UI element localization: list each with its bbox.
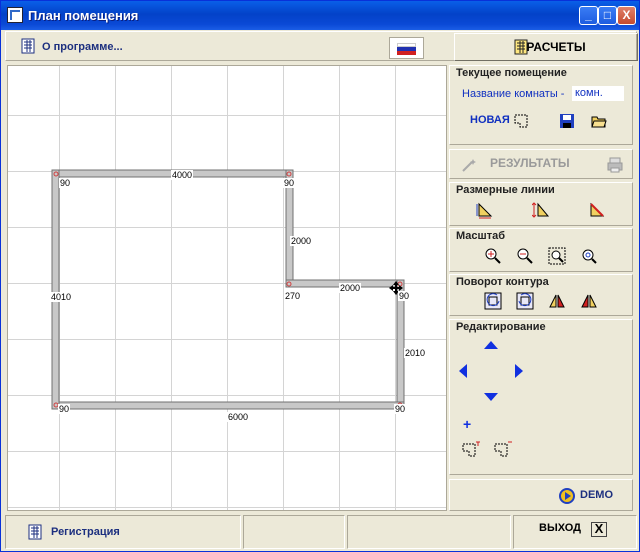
zoom-out-icon[interactable]	[516, 247, 534, 265]
room-outline-icon[interactable]	[512, 112, 530, 130]
grid-doc-icon	[28, 524, 42, 540]
floor-plan-canvas[interactable]: 4000 2000 2000 2010 6000 4010 90 90 270 …	[7, 65, 447, 511]
mirror-vertical-icon[interactable]	[580, 292, 598, 310]
new-room-label: НОВАЯ	[470, 114, 510, 126]
grid-doc-icon	[514, 39, 528, 55]
arrow-right-icon[interactable]	[508, 362, 526, 380]
edge-length-label: 2010	[404, 348, 427, 358]
rotate-right-icon[interactable]	[516, 292, 534, 310]
results-label: РЕЗУЛЬТАТЫ	[490, 156, 570, 170]
edge-length-label: 4010	[50, 292, 73, 302]
top-toolbar: О программе... РАСЧЕТЫ	[5, 31, 638, 61]
window-title: План помещения	[28, 8, 139, 23]
scale-header: Масштаб	[456, 230, 506, 242]
insert-corner-icon[interactable]	[460, 440, 482, 460]
title-bar[interactable]: План помещения _ □ X	[1, 1, 639, 30]
edge-length-label: 6000	[227, 412, 250, 422]
calculations-button[interactable]: РАСЧЕТЫ	[454, 33, 638, 61]
rotate-contour-header: Поворот контура	[456, 276, 549, 288]
play-icon	[559, 488, 575, 504]
edge-length-label: 2000	[290, 236, 313, 246]
current-room-panel: Текущее помещение Название комнаты - ком…	[449, 65, 633, 145]
mirror-horizontal-icon[interactable]	[548, 292, 566, 310]
about-label: О программе...	[42, 41, 123, 53]
status-cell	[347, 515, 511, 549]
room-name-label: Название комнаты -	[462, 88, 565, 100]
save-icon[interactable]	[558, 112, 576, 130]
zoom-region-icon[interactable]	[548, 247, 566, 265]
results-panel: РЕЗУЛЬТАТЫ	[449, 149, 633, 179]
arrow-left-icon[interactable]	[456, 362, 474, 380]
zoom-fit-icon[interactable]	[580, 247, 598, 265]
status-cell	[243, 515, 345, 549]
wall-bottom[interactable]	[51, 401, 405, 410]
results-button[interactable]: РЕЗУЛЬТАТЫ	[490, 156, 570, 170]
new-room-button[interactable]: НОВАЯ	[470, 114, 510, 126]
dimension-vertical-icon[interactable]	[532, 201, 550, 219]
room-name-input[interactable]: комн.	[572, 86, 624, 101]
minimize-button[interactable]: _	[579, 6, 598, 25]
floor-plan	[51, 169, 405, 410]
corner-angle-label: 90	[283, 178, 296, 188]
wall-left[interactable]	[51, 169, 60, 410]
editing-header: Редактирование	[456, 321, 546, 333]
rotate-left-icon[interactable]	[484, 292, 502, 310]
demo-button[interactable]: DEMO	[580, 489, 613, 501]
grid-doc-icon	[21, 38, 35, 54]
open-folder-icon[interactable]	[590, 112, 608, 130]
registration-button[interactable]: Регистрация	[27, 523, 120, 541]
close-button[interactable]: X	[617, 6, 636, 25]
calculations-label: РАСЧЕТЫ	[526, 40, 586, 54]
wand-icon	[462, 159, 476, 172]
dimension-lines-header: Размерные линии	[456, 184, 555, 196]
registration-label: Регистрация	[51, 526, 120, 538]
about-button[interactable]: О программе...	[20, 37, 123, 57]
arrow-down-icon[interactable]	[482, 386, 500, 404]
dimension-triangle-icon[interactable]	[476, 201, 494, 219]
demo-panel: DEMO	[449, 479, 633, 511]
status-bar: Регистрация ВЫХОД X	[5, 515, 637, 549]
current-room-header: Текущее помещение	[456, 67, 567, 79]
corner-angle-label: 90	[59, 178, 72, 188]
maximize-button[interactable]: □	[598, 6, 617, 25]
corner-angle-label: 90	[58, 404, 71, 414]
exit-button[interactable]: ВЫХОД	[539, 522, 581, 534]
edge-length-label: 2000	[339, 283, 362, 293]
lightning-icon	[494, 156, 495, 157]
delete-corner-icon[interactable]	[492, 440, 514, 460]
dimension-lines-panel: Размерные линии	[449, 182, 633, 226]
language-flag-button[interactable]	[389, 37, 424, 59]
corner-angle-label: 270	[284, 291, 302, 301]
rotate-contour-panel: Поворот контура	[449, 274, 633, 316]
zoom-in-icon[interactable]	[484, 247, 502, 265]
exit-close-icon[interactable]: X	[591, 522, 607, 537]
app-icon	[7, 7, 23, 23]
scale-panel: Масштаб	[449, 228, 633, 272]
dimension-diagonal-icon[interactable]	[588, 201, 606, 219]
corner-angle-label: 90	[398, 291, 411, 301]
arrow-up-icon[interactable]	[482, 338, 500, 356]
printer-icon[interactable]	[606, 156, 624, 174]
add-vertex-button[interactable]: +	[463, 416, 471, 432]
main-window: План помещения _ □ X О программе... РАСЧ…	[0, 0, 640, 552]
corner-angle-label: 90	[394, 404, 407, 414]
editing-panel: Редактирование +	[449, 319, 633, 475]
edge-length-label: 4000	[171, 170, 194, 180]
